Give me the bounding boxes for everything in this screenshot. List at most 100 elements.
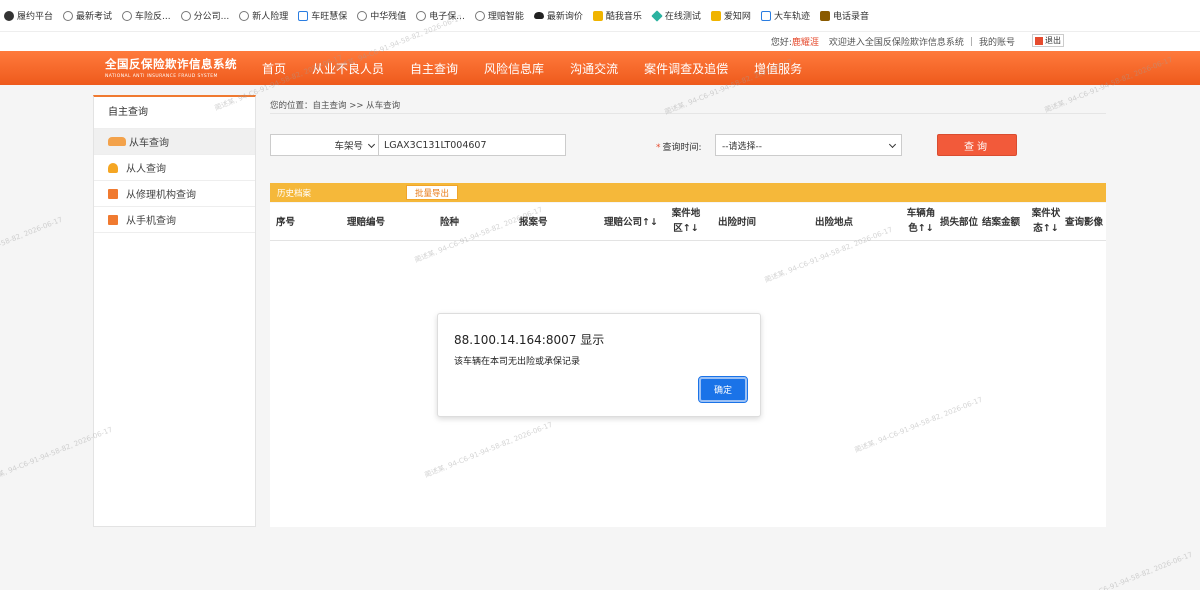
bookmark-item[interactable]: 大车轨迹: [760, 9, 810, 22]
divider: [270, 113, 1106, 114]
sidebar: 自主查询 从车查询 从人查询 从修理机构查询 从手机查询: [93, 95, 256, 527]
bookmark-item[interactable]: 在线测试: [651, 9, 701, 22]
bookmark-label: 酷我音乐: [605, 12, 642, 22]
bookmark-item[interactable]: 理赔智能: [474, 9, 524, 22]
batch-export-button[interactable]: 批量导出: [406, 185, 458, 200]
table-header: 序号 理赔编号 险种 报案号 理赔公司↑↓ 案件地区↑↓ 出险时间 出险地点 车…: [270, 203, 1106, 241]
bookmark-label: 最新考试: [76, 12, 113, 22]
brand-title-zh: 全国反保险欺诈信息系统: [105, 57, 237, 71]
car-icon: [108, 137, 126, 146]
chevron-down-icon: [367, 140, 376, 149]
bookmark-label: 车旺慧保: [311, 12, 348, 22]
bookmark-label: 分公司...: [193, 12, 230, 22]
nav-home[interactable]: 首页: [262, 60, 286, 77]
dialog-message: 该车辆在本司无出险或承保记录: [454, 357, 581, 367]
search-type-value: 车架号: [334, 141, 363, 152]
bookmark-label: 中华残值: [370, 12, 407, 22]
bookmark-grey-icon: [122, 10, 133, 21]
user-bar: 您好: 鹿耀涯 欢迎进入全国反保险欺诈信息系统 | 我的账号 退出: [0, 32, 1200, 51]
sidebar-item-label: 从修理机构查询: [126, 190, 196, 201]
bookmark-item[interactable]: 新人险理: [239, 9, 288, 22]
nav-communication[interactable]: 沟通交流: [570, 60, 618, 77]
bookmark-item[interactable]: 酷我音乐: [592, 9, 642, 22]
sidebar-item-phone-query[interactable]: 从手机查询: [94, 207, 255, 233]
bookmark-item[interactable]: 履约平台: [4, 9, 53, 22]
username-link[interactable]: 鹿耀涯: [792, 35, 819, 48]
query-time-label: * 查询时间:: [656, 140, 702, 153]
bookmark-label: 车险反...: [135, 12, 171, 22]
col-seq: 序号: [276, 217, 296, 228]
bookmark-yellow-icon: [592, 10, 603, 21]
nav-self-query[interactable]: 自主查询: [410, 60, 458, 77]
query-time-select[interactable]: --请选择--: [715, 134, 902, 156]
bookmark-label: 爱知网: [723, 12, 751, 22]
phone-icon: [108, 214, 118, 225]
watermark: 蔺述某, 94-C6-91-94-58-82, 2026-06-17: [0, 215, 64, 275]
bookmark-item[interactable]: 中华残值: [357, 9, 406, 22]
col-damage-part: 损失部位: [940, 217, 979, 228]
sidebar-title: 自主查询: [94, 97, 255, 129]
welcome-text: 欢迎进入全国反保险欺诈信息系统: [828, 38, 964, 48]
col-case-region[interactable]: 案件地区↑↓: [668, 206, 704, 236]
col-vehicle-role[interactable]: 车辆角色↑↓: [903, 206, 939, 236]
sidebar-item-vehicle-query[interactable]: 从车查询: [94, 129, 255, 155]
brand-logo[interactable]: 全国反保险欺诈信息系统 NATIONAL ANTI INSURANCE FRAU…: [105, 56, 237, 79]
nav-value-added[interactable]: 增值服务: [754, 60, 802, 77]
bookmark-brown-icon: [819, 10, 830, 21]
alert-dialog: 88.100.14.164:8007 显示 该车辆在本司无出险或承保记录 确定: [437, 313, 761, 417]
query-button[interactable]: 查询: [937, 134, 1017, 156]
bookmark-cloud-icon: [533, 12, 544, 19]
ok-button[interactable]: 确定: [698, 376, 748, 403]
chevron-down-icon: [888, 140, 897, 149]
person-icon: [108, 162, 118, 173]
bookmark-label: 大车轨迹: [773, 12, 810, 22]
watermark: 蔺述某, 94-C6-91-94-58-82, 2026-06-17: [1063, 550, 1194, 590]
bookmark-label: 理赔智能: [487, 12, 524, 22]
vin-input[interactable]: LGAX3C131LT004607: [378, 134, 566, 156]
history-title[interactable]: 历史档案: [277, 187, 311, 199]
my-account-link[interactable]: 我的账号: [979, 35, 1015, 48]
col-insurance-type: 险种: [440, 217, 460, 228]
history-bar: 历史档案 批量导出: [270, 183, 1106, 202]
bookmark-label: 履约平台: [17, 12, 54, 22]
col-claim-company[interactable]: 理赔公司↑↓: [604, 215, 658, 230]
query-time-label-text: 查询时间:: [662, 143, 702, 153]
sidebar-item-person-query[interactable]: 从人查询: [94, 155, 255, 181]
dialog-title: 88.100.14.164:8007 显示: [454, 333, 605, 347]
sidebar-item-label: 从车查询: [129, 138, 169, 149]
bookmark-label: 在线测试: [664, 12, 701, 22]
nav-case-investigation[interactable]: 案件调查及追偿: [644, 60, 728, 77]
bookmark-item[interactable]: 分公司...: [180, 9, 230, 22]
bookmark-blue-icon: [298, 10, 309, 21]
nav-bad-practitioners[interactable]: 从业不良人员: [312, 60, 384, 77]
col-accident-place: 出险地点: [815, 217, 854, 228]
col-case-status[interactable]: 案件状态↑↓: [1028, 206, 1064, 236]
bookmark-diamond-icon: [651, 9, 663, 22]
bookmark-label: 新人险理: [252, 12, 289, 22]
search-type-select[interactable]: 车架号: [270, 134, 380, 156]
bookmark-label: 电话录音: [832, 12, 869, 22]
bookmark-item[interactable]: 电子保...: [416, 9, 465, 22]
nav-risk-database[interactable]: 风险信息库: [484, 60, 544, 77]
bookmark-grey-icon: [474, 10, 485, 21]
site-header: 全国反保险欺诈信息系统 NATIONAL ANTI INSURANCE FRAU…: [0, 51, 1200, 85]
sidebar-item-label: 从人查询: [126, 164, 166, 175]
greeting-text: 您好:: [770, 38, 792, 48]
bookmark-item[interactable]: 爱知网: [710, 9, 751, 22]
bookmark-item[interactable]: 最新考试: [63, 9, 112, 22]
col-settled-amount: 结案金额: [982, 217, 1021, 228]
logout-button[interactable]: 退出: [1032, 34, 1064, 47]
bookmark-item[interactable]: 最新询价: [533, 9, 583, 22]
bookmarks-bar: 履约平台 最新考试 车险反... 分公司... 新人险理 车旺慧保 中华残值 电子保... 理赔…: [0, 0, 1200, 32]
bookmark-item[interactable]: 电话录音: [819, 9, 869, 22]
logout-label: 退出: [1045, 36, 1061, 45]
sidebar-item-label: 从手机查询: [126, 216, 176, 227]
bookmark-grey-icon: [63, 10, 74, 21]
bookmark-item[interactable]: 车险反...: [122, 9, 171, 22]
sidebar-item-repair-query[interactable]: 从修理机构查询: [94, 181, 255, 207]
logout-icon: [1035, 36, 1043, 45]
main-nav: 首页 从业不良人员 自主查询 风险信息库 沟通交流 案件调查及追偿 增值服务: [262, 51, 828, 85]
query-time-value: --请选择--: [722, 141, 762, 152]
bookmark-yellow-icon: [710, 10, 721, 21]
bookmark-item[interactable]: 车旺慧保: [298, 9, 347, 22]
